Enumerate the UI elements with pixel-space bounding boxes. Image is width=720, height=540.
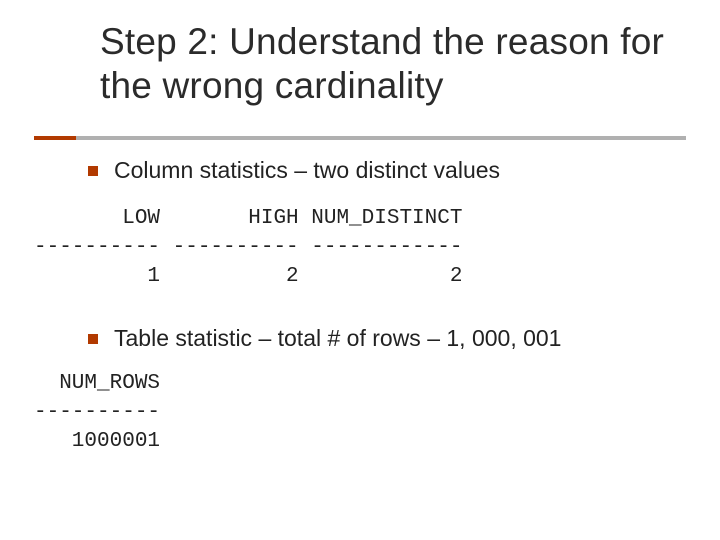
divider-bar xyxy=(34,136,686,140)
bullet-text: Column statistics – two distinct values xyxy=(114,156,500,185)
slide-title: Step 2: Understand the reason for the wr… xyxy=(100,20,680,107)
bullet-item: Table statistic – total # of rows – 1, 0… xyxy=(88,324,688,353)
bullet-item: Column statistics – two distinct values xyxy=(88,156,688,185)
table-stat-block: NUM_ROWS ---------- 1000001 xyxy=(34,370,688,457)
spacer xyxy=(88,292,688,324)
column-stats-block: LOW HIGH NUM_DISTINCT ---------- -------… xyxy=(34,205,688,292)
bullet-text: Table statistic – total # of rows – 1, 0… xyxy=(114,324,561,353)
bullet-square-icon xyxy=(88,166,98,176)
slide: Step 2: Understand the reason for the wr… xyxy=(0,0,720,540)
slide-body: Column statistics – two distinct values … xyxy=(88,156,688,457)
bullet-square-icon xyxy=(88,334,98,344)
divider-accent xyxy=(34,136,76,140)
